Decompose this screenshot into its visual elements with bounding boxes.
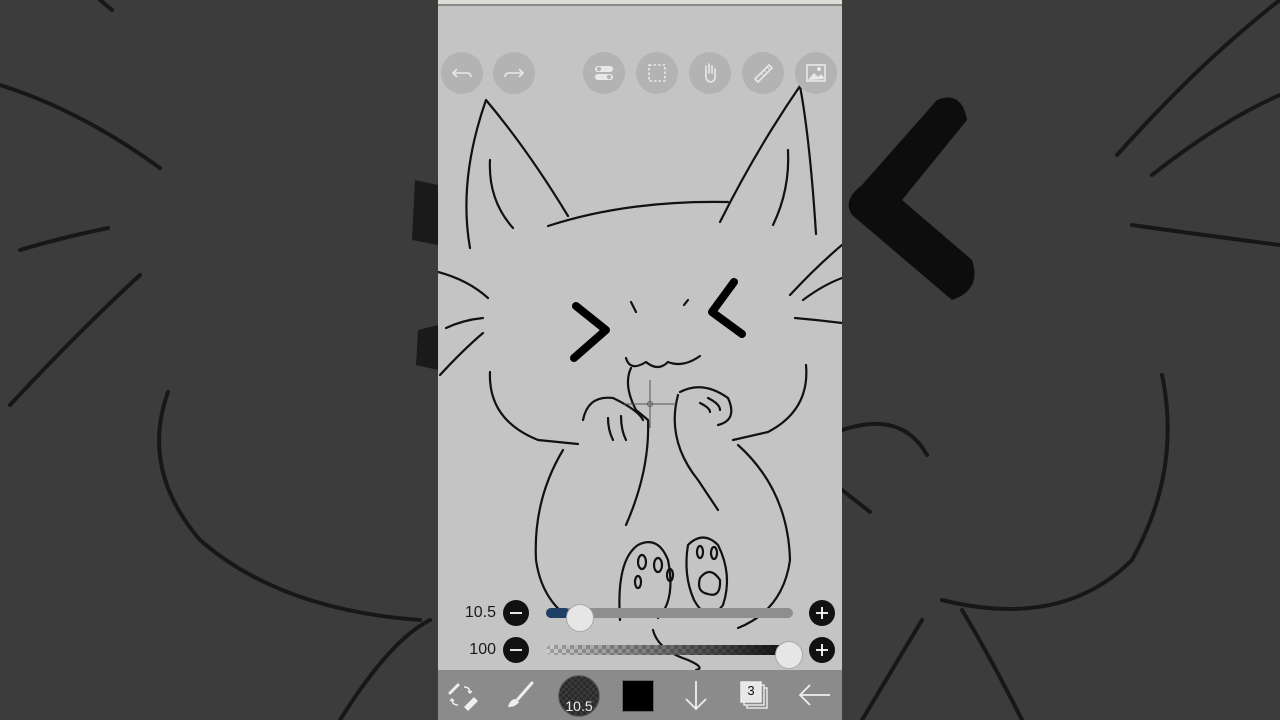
bottom-toolbar: 10.5 3 [438, 670, 842, 720]
opacity-slider-row: 100 [438, 635, 842, 669]
opacity-thumb[interactable] [775, 641, 803, 669]
image-button[interactable] [795, 52, 837, 94]
settings-button[interactable] [583, 52, 625, 94]
back-button[interactable] [794, 675, 834, 715]
opacity-plus-button[interactable] [809, 637, 835, 663]
ruler-icon [753, 63, 774, 84]
brush-size-label: 10.5 [565, 698, 593, 714]
brush-eraser-swap-icon [448, 683, 478, 711]
redo-icon [504, 68, 525, 78]
background-right [842, 0, 1280, 720]
undo-icon [451, 68, 472, 78]
selection-icon [648, 64, 666, 82]
plus-icon [816, 644, 828, 656]
layers-button[interactable]: 3 [734, 675, 774, 715]
drawing-app: 10.5 100 10.5 3 [438, 0, 842, 720]
selection-button[interactable] [636, 52, 678, 94]
brush-size-minus-button[interactable] [503, 600, 529, 626]
brush-icon [508, 681, 534, 707]
background-left [0, 0, 438, 720]
layer-count: 3 [747, 683, 755, 698]
minus-icon [510, 649, 522, 651]
ruler-button[interactable] [742, 52, 784, 94]
image-icon [806, 64, 826, 82]
arrow-down-icon [685, 681, 707, 711]
arrow-left-icon [798, 684, 830, 706]
opacity-track[interactable] [546, 641, 803, 669]
color-swatch[interactable] [622, 680, 654, 712]
tool-switch-button[interactable] [442, 675, 482, 715]
minus-icon [510, 612, 522, 614]
drawing-canvas[interactable] [438, 0, 842, 670]
move-down-button[interactable] [676, 675, 716, 715]
brush-size-slider-row: 10.5 [438, 598, 842, 632]
brush-size-indicator[interactable]: 10.5 [558, 675, 600, 717]
toggle-settings-icon [595, 66, 613, 80]
opacity-minus-button[interactable] [503, 637, 529, 663]
undo-button[interactable] [441, 52, 483, 94]
brush-size-plus-button[interactable] [809, 600, 835, 626]
redo-button[interactable] [493, 52, 535, 94]
hand-icon [705, 63, 716, 83]
brush-size-track[interactable] [546, 604, 793, 632]
brush-size-thumb[interactable] [566, 604, 594, 632]
hand-tool-button[interactable] [689, 52, 731, 94]
brush-tool-button[interactable] [500, 675, 540, 715]
plus-icon [816, 607, 828, 619]
brush-size-value: 10.5 [464, 604, 496, 621]
opacity-value: 100 [469, 641, 496, 658]
